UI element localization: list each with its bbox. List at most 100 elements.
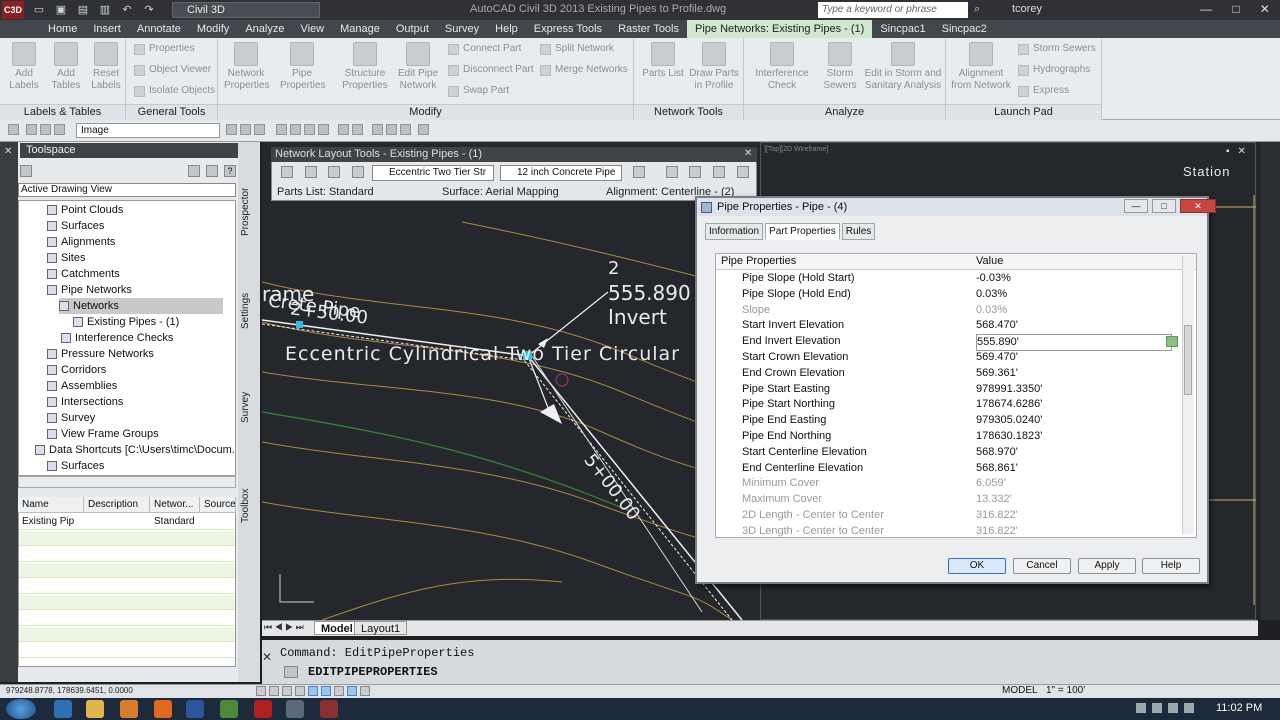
dialog-close-icon[interactable]: ✕ xyxy=(1180,199,1216,213)
nlt-parts-list-icon[interactable] xyxy=(352,166,364,178)
maximize-icon[interactable]: □ xyxy=(1232,2,1239,16)
tree-item-intersections[interactable]: Intersections xyxy=(47,394,123,410)
tab-help[interactable]: Help xyxy=(487,20,526,38)
tree-item-assemblies[interactable]: Assemblies xyxy=(47,378,117,394)
col-source[interactable]: Source xyxy=(200,497,236,513)
help-button[interactable]: Help xyxy=(1142,558,1200,574)
express-button[interactable]: Express xyxy=(1018,84,1069,98)
tab-insert[interactable]: Insert xyxy=(85,20,129,38)
taskbar-clock[interactable]: 11:02 PM xyxy=(1216,702,1262,714)
user-name[interactable]: tcorey xyxy=(1012,3,1042,15)
tree-item-pipe-networks[interactable]: Pipe Networks xyxy=(47,282,132,298)
copy-layer-icon[interactable] xyxy=(386,124,397,135)
tab-modify[interactable]: Modify xyxy=(189,20,237,38)
property-value[interactable]: 555.890' xyxy=(976,334,1172,352)
merge-networks-button[interactable]: Merge Networks xyxy=(540,63,628,77)
tree-scrollbar[interactable] xyxy=(18,476,236,488)
tab-survey[interactable]: Survey xyxy=(437,20,487,38)
panel-title-labels-tables[interactable]: Labels & Tables xyxy=(0,104,125,120)
edit-storm-sanitary-button[interactable]: Edit in Storm and Sanitary Analysis xyxy=(862,42,944,92)
tree-item-point-clouds[interactable]: Point Clouds xyxy=(47,202,123,218)
property-row[interactable]: Pipe Slope (Hold Start) -0.03% xyxy=(716,271,1182,287)
grid-toggle-icon[interactable] xyxy=(269,686,279,696)
property-row[interactable]: Maximum Cover 13.332' xyxy=(716,492,1182,508)
property-row[interactable]: Pipe Start Northing 178674.6286' xyxy=(716,397,1182,413)
ie-icon[interactable] xyxy=(54,700,72,718)
tab-survey-side[interactable]: Survey xyxy=(240,387,258,427)
layer-properties-icon[interactable] xyxy=(8,124,19,135)
tree-item-corridors[interactable]: Corridors xyxy=(47,362,106,378)
tree-item-surfaces[interactable]: Surfaces xyxy=(47,218,104,234)
dyn-toggle-icon[interactable] xyxy=(347,686,357,696)
make-current-icon[interactable] xyxy=(226,124,237,135)
tree-item-networks[interactable]: Networks xyxy=(59,298,223,314)
tab-toolbox[interactable]: Toolbox xyxy=(240,482,258,530)
property-value[interactable]: 569.361' xyxy=(976,366,1018,381)
tab-model[interactable]: Model xyxy=(314,621,360,635)
coordinate-readout[interactable]: 979248.8778, 178639.6451, 0.0000 xyxy=(6,686,133,695)
ducs-toggle-icon[interactable] xyxy=(334,686,344,696)
isolate-objects-button[interactable]: Isolate Objects xyxy=(134,84,215,98)
property-row[interactable]: End Invert Elevation 555.890' xyxy=(716,334,1182,352)
col-property-name[interactable]: Pipe Properties xyxy=(721,255,796,267)
col-property-value[interactable]: Value xyxy=(976,255,1003,267)
layout-nav-arrows[interactable]: ⏮ ◀ ▶ ⏭ xyxy=(264,622,304,633)
property-value[interactable]: 0.03% xyxy=(976,287,1007,302)
civil3d-icon[interactable] xyxy=(286,700,304,718)
toolspace-close-icon[interactable]: ✕ xyxy=(4,146,12,157)
property-value[interactable]: 568.861' xyxy=(976,461,1018,476)
network-properties-button[interactable]: Network Properties xyxy=(224,42,270,92)
property-row[interactable]: Pipe End Northing 178630.1823' xyxy=(716,429,1182,445)
camtasia-icon[interactable] xyxy=(220,700,238,718)
tree-item-survey[interactable]: Survey xyxy=(47,410,95,426)
dialog-maximize-icon[interactable]: □ xyxy=(1152,199,1176,213)
nlt-select-surface-icon[interactable] xyxy=(305,166,317,178)
command-prompt-icon[interactable] xyxy=(284,666,298,678)
nlt-draw-icon[interactable] xyxy=(633,166,645,178)
property-value[interactable]: 979305.0240' xyxy=(976,413,1042,428)
tab-output[interactable]: Output xyxy=(388,20,437,38)
minimize-icon[interactable]: — xyxy=(1200,2,1212,16)
nlt-delete-icon[interactable] xyxy=(689,166,701,178)
hydrographs-button[interactable]: Hydrographs xyxy=(1018,63,1090,77)
tab-home[interactable]: Home xyxy=(40,20,85,38)
nlt-close-icon[interactable]: ✕ xyxy=(744,148,752,159)
tree-item-sites[interactable]: Sites xyxy=(47,250,85,266)
annotation-scale[interactable]: 1" = 100' xyxy=(1046,685,1085,696)
delete-layer-icon[interactable] xyxy=(418,124,429,135)
tab-settings-side[interactable]: Settings xyxy=(240,287,258,335)
viewport-caption[interactable]: ][Top][2D Wireframe] xyxy=(764,146,828,153)
workspace-select[interactable]: Civil 3D xyxy=(172,2,320,18)
parts-list-button[interactable]: Parts List xyxy=(638,42,688,80)
property-value[interactable]: 178674.6286' xyxy=(976,397,1042,412)
battery-icon[interactable] xyxy=(1184,703,1194,713)
tab-information[interactable]: Information xyxy=(705,223,764,240)
save-icon[interactable]: ▤ xyxy=(75,3,91,17)
property-row[interactable]: Start Invert Elevation 568.470' xyxy=(716,318,1182,334)
tree-item-catchments[interactable]: Catchments xyxy=(47,266,120,282)
toolspace-print-icon[interactable] xyxy=(188,165,200,177)
tree-item-alignments[interactable]: Alignments xyxy=(47,234,115,250)
draw-parts-in-profile-button[interactable]: Draw Parts in Profile xyxy=(688,42,740,92)
tab-part-properties[interactable]: Part Properties xyxy=(765,223,840,240)
model-space-toggle[interactable]: MODEL xyxy=(1002,685,1038,696)
split-network-button[interactable]: Split Network xyxy=(540,42,614,56)
otrack-toggle-icon[interactable] xyxy=(321,686,331,696)
lock-layer-icon[interactable] xyxy=(338,124,349,135)
tab-sincpac2[interactable]: Sincpac2 xyxy=(934,20,995,38)
nlt-undo-icon[interactable] xyxy=(737,166,749,178)
change-layer-icon[interactable] xyxy=(372,124,383,135)
tab-express-tools[interactable]: Express Tools xyxy=(526,20,610,38)
layer-select[interactable]: Image xyxy=(76,123,220,138)
tree-item-interference-checks[interactable]: Interference Checks xyxy=(61,330,173,346)
tree-item-pressure-networks[interactable]: Pressure Networks xyxy=(47,346,154,362)
property-value[interactable]: 568.470' xyxy=(976,318,1018,333)
swap-part-button[interactable]: Swap Part xyxy=(448,84,509,98)
cancel-button[interactable]: Cancel xyxy=(1013,558,1071,574)
autocad-icon[interactable] xyxy=(320,700,338,718)
edit-pipe-network-button[interactable]: Edit Pipe Network xyxy=(396,42,440,92)
viewport-close-icon[interactable]: ✕ xyxy=(1238,146,1246,157)
tree-item-view-frame-groups[interactable]: View Frame Groups xyxy=(47,426,159,442)
toolspace-settings-icon[interactable] xyxy=(20,165,32,177)
acrobat-icon[interactable] xyxy=(254,700,272,718)
